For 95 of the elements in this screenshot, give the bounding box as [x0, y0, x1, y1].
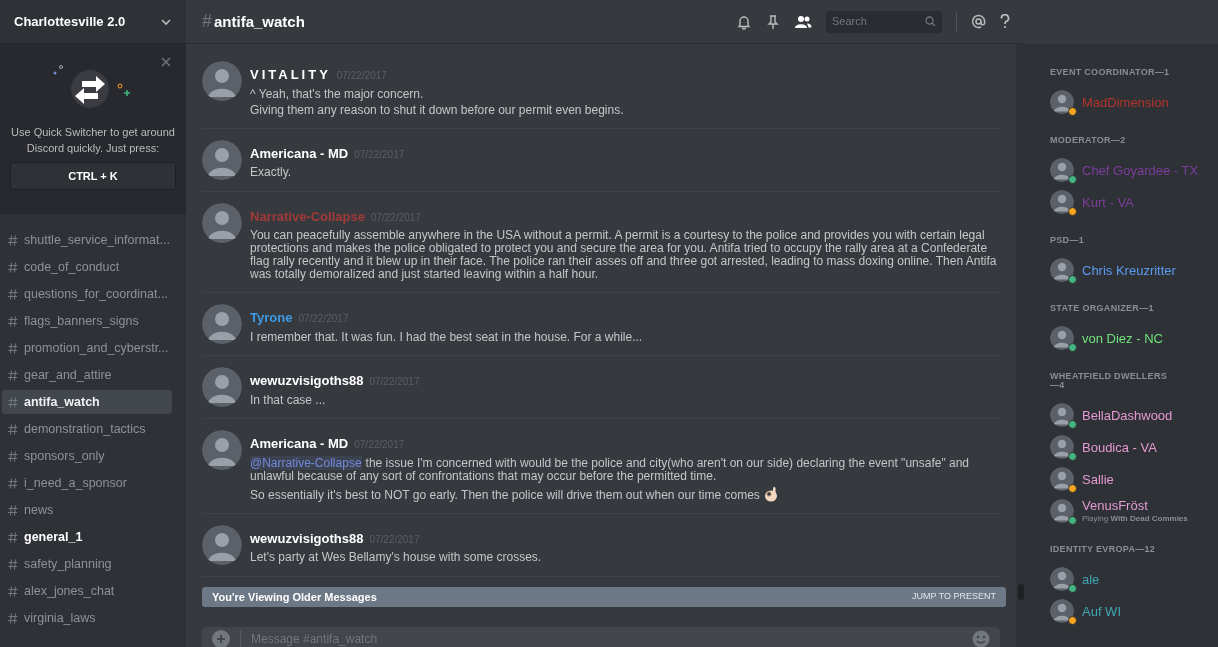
help-icon[interactable] [1000, 14, 1010, 29]
avatar[interactable] [202, 139, 242, 180]
server-name[interactable]: Charlottesville 2.0 [14, 11, 126, 32]
hash-icon [8, 288, 18, 300]
close-icon[interactable] [161, 57, 171, 67]
author-name[interactable]: Americana - MD [250, 434, 349, 454]
hash-icon [8, 261, 18, 273]
channel-item[interactable]: promotion_and_cyberstr... [2, 336, 172, 360]
member-name[interactable]: Chris Kreuzritter [1082, 262, 1176, 278]
bell-icon[interactable] [736, 13, 752, 30]
avatar[interactable] [1050, 403, 1074, 427]
avatar[interactable] [1050, 435, 1074, 459]
search-field[interactable]: Search [826, 10, 942, 33]
member-name[interactable]: BellaDashwood [1082, 407, 1173, 423]
hash-icon [8, 369, 18, 381]
avatar[interactable] [1050, 599, 1074, 623]
channel-item[interactable]: antifa_watch [2, 390, 172, 414]
channel-item[interactable]: gear_and_attire [2, 363, 172, 387]
message-text: Giving them any reason to shut it down before our permit even begins. [250, 103, 624, 117]
avatar[interactable] [202, 430, 242, 470]
message-text: @Narrative-Collapse the issue I'm concerned with would be the police and city(who aren't on our side) declaring the event "unsafe" and unlawful because of any sort of confrontations that may occur before the permitted time. [250, 456, 971, 483]
pin-icon[interactable] [766, 13, 780, 30]
message-text: Let's party at Wes Bellamy's house with some crosses. [250, 551, 542, 564]
avatar[interactable] [202, 202, 242, 243]
avatar[interactable] [202, 367, 242, 407]
channel-item[interactable]: questions_for_coordinat... [2, 282, 172, 306]
author-name[interactable]: wewuzvisigoths88 [250, 371, 364, 391]
quick-switcher-hint: Use Quick Switcher to get around Discord quickly. Just press: [10, 125, 176, 156]
shortcut-button[interactable]: CTRL + K [10, 162, 176, 190]
role-header: WHEATFIELD DWELLERS—4 [1050, 372, 1169, 390]
hash-icon [8, 396, 18, 408]
role-header: MODERATOR—2 [1050, 136, 1127, 145]
jump-to-present-link[interactable]: JUMP TO PRESENT [911, 590, 996, 604]
channel-item[interactable]: alex_jones_chat [2, 579, 172, 603]
role-header: STATE ORGANIZER—1 [1050, 304, 1155, 313]
members-icon[interactable] [794, 14, 812, 29]
hash-icon [8, 612, 18, 624]
avatar[interactable] [1050, 158, 1074, 182]
channel-item[interactable]: code_of_conduct [2, 255, 172, 279]
avatar[interactable] [1050, 90, 1074, 114]
channel-item[interactable]: safety_planning [2, 552, 172, 576]
avatar[interactable] [202, 61, 242, 101]
hash-icon [8, 504, 18, 516]
role-header: PSD—1 [1050, 236, 1085, 245]
channel-item[interactable]: flags_banners_signs [2, 309, 172, 333]
hash-icon [8, 585, 18, 597]
hash-icon [8, 342, 18, 354]
scrollbar[interactable] [1016, 44, 1026, 647]
channel-item[interactable]: i_need_a_sponsor [2, 471, 172, 495]
member-name[interactable]: von Diez - NC [1082, 330, 1163, 346]
message-text: Exactly. [250, 166, 292, 179]
message-text: I remember that. It was fun. I had the best seat in the house. For a while... [250, 330, 643, 344]
author-name[interactable]: VITALITY [250, 65, 331, 85]
hash-icon [8, 558, 18, 570]
hash-icon [8, 315, 18, 327]
message-text: So essentially it's best to NOT go early. Then the police will drive them out when our time comes [250, 488, 760, 502]
channel-item[interactable]: demonstration_tactics [2, 417, 172, 441]
channel-item[interactable]: virginia_laws [2, 606, 172, 630]
message-text: In that case ... [250, 393, 326, 407]
role-header: EVENT COORDINATOR—1 [1050, 68, 1171, 77]
hash-icon [8, 477, 18, 489]
avatar[interactable] [1050, 190, 1074, 214]
search-icon [925, 16, 936, 27]
channel-item[interactable]: sponsors_only [2, 444, 172, 468]
mention-icon[interactable] [971, 14, 986, 29]
member-name[interactable]: MadDimension [1082, 94, 1169, 110]
member-name[interactable]: VenusFröst [1082, 497, 1188, 513]
avatar[interactable] [1050, 567, 1074, 591]
avatar[interactable] [1050, 326, 1074, 350]
message-text: ^ Yeah, that's the major concern. [250, 87, 424, 101]
message-text: You can peacefully assemble anywhere in the USA without a permit. A permit is a courtesy to the police and provides you with certain legal protections and makes the police obligated to protect you and secure the area for you. Antifa tried to occupy the rally area at a Confederate flag rally recently and it blew up in their face. The police ran their asses off and three got arrested, leading to mass doxing online. Then Antifa was totally demoralized and just started leaving within a half hour. [250, 229, 998, 281]
author-name[interactable]: Americana - MD [250, 143, 349, 163]
author-name[interactable]: wewuzvisigoths88 [250, 528, 364, 548]
hash-icon [8, 234, 18, 246]
role-header: IDENTITY EVROPA—12 [1050, 545, 1157, 554]
avatar[interactable] [1050, 467, 1074, 491]
avatar[interactable] [1050, 258, 1074, 282]
mention-link[interactable]: @Narrative-Collapse [250, 455, 362, 470]
author-name[interactable]: Tyrone [250, 308, 293, 328]
member-name[interactable]: Boudica - VA [1082, 439, 1157, 455]
channel-item[interactable]: general_1 [2, 525, 172, 549]
hash-icon [8, 531, 18, 543]
avatar[interactable] [1050, 499, 1074, 523]
member-name[interactable]: Auf WI [1082, 603, 1121, 619]
avatar[interactable] [202, 524, 242, 565]
hash-icon [8, 450, 18, 462]
channel-item[interactable]: news [2, 498, 172, 522]
member-name[interactable]: Sallie [1082, 471, 1114, 487]
member-activity: Playing With Dead Commies [1082, 512, 1188, 525]
channel-item[interactable]: shuttle_service_informat... [2, 228, 172, 252]
channel-title: #antifa_watch [202, 10, 305, 33]
hash-icon [8, 423, 18, 435]
member-name[interactable]: ale [1082, 571, 1100, 587]
avatar[interactable] [202, 304, 242, 344]
older-messages-label: You're Viewing Older Messages [212, 589, 377, 605]
